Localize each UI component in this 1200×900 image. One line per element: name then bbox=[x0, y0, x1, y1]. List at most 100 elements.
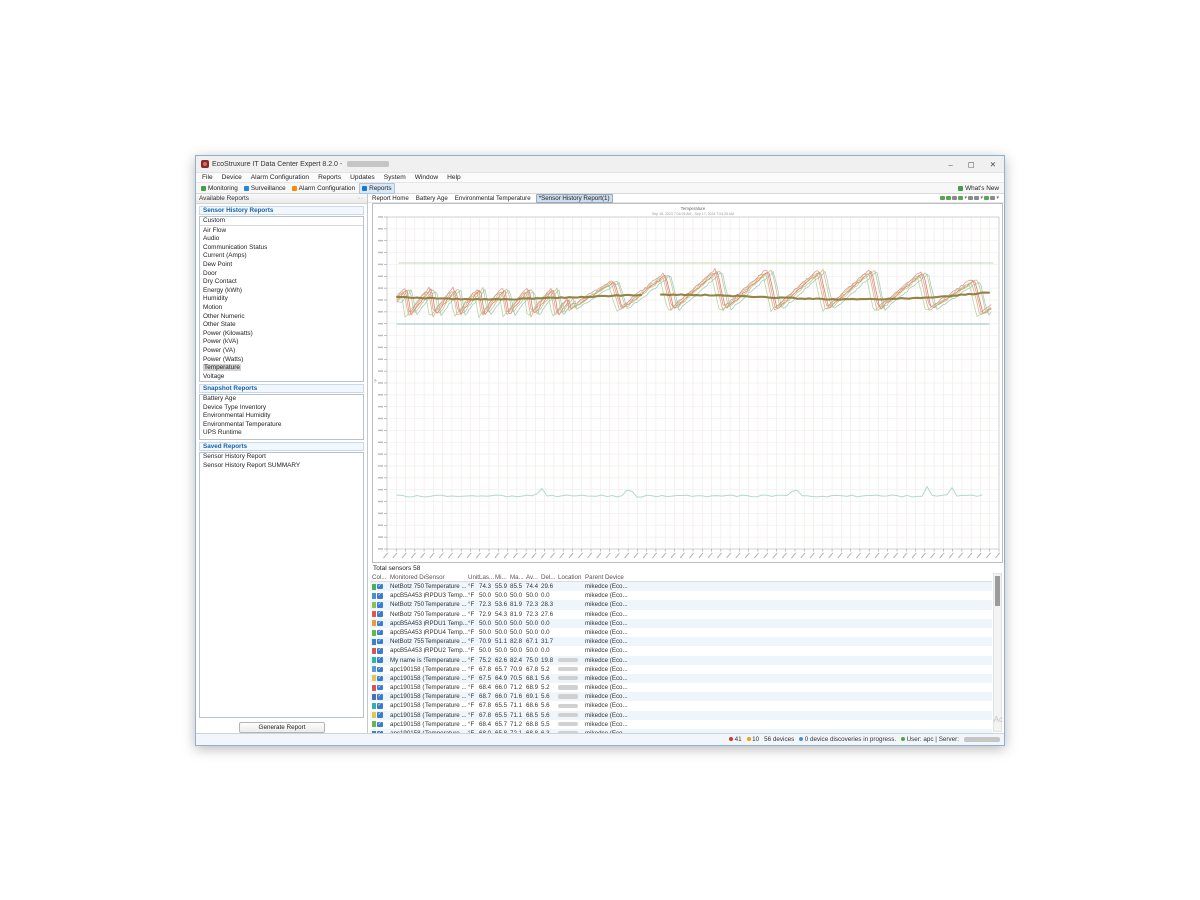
table-row[interactable]: ✓My name is Si...Temperature ...°F75.262… bbox=[370, 656, 992, 665]
column-header-ma[interactable]: Ma... bbox=[510, 573, 526, 581]
menu-alarm-configuration[interactable]: Alarm Configuration bbox=[251, 174, 309, 181]
report-type-power-kilowatts[interactable]: Power (Kilowatts) bbox=[200, 330, 363, 339]
whats-new-link[interactable]: What's New bbox=[958, 185, 1001, 192]
table-row[interactable]: ✓apcB5A453 (1...RPDU2 Temp...°F50.050.05… bbox=[370, 646, 992, 655]
table-row[interactable]: ✓apc190158 (1...Temperature ...°F68.766.… bbox=[370, 692, 992, 701]
report-type-power-va[interactable]: Power (VA) bbox=[200, 347, 363, 356]
menu-updates[interactable]: Updates bbox=[350, 174, 375, 181]
row-checkbox[interactable]: ✓ bbox=[377, 712, 383, 718]
graph-icon[interactable] bbox=[940, 196, 945, 201]
report-type-temperature[interactable]: Temperature bbox=[200, 364, 363, 373]
more-icon[interactable] bbox=[990, 196, 995, 201]
table-row[interactable]: ✓NetBotz 750 ...Temperature ...°F72.353.… bbox=[370, 600, 992, 609]
report-type-dry-contact[interactable]: Dry Contact bbox=[200, 278, 363, 287]
table-row[interactable]: ✓apcB5A453 (1...RPDU1 Temp...°F50.050.05… bbox=[370, 619, 992, 628]
minimize-button[interactable]: – bbox=[948, 156, 952, 173]
row-checkbox[interactable]: ✓ bbox=[377, 694, 383, 700]
table-row[interactable]: ✓apcB5A453 (1...RPDU4 Temp...°F50.050.05… bbox=[370, 628, 992, 637]
row-checkbox[interactable]: ✓ bbox=[377, 584, 383, 590]
column-header-parent-device[interactable]: Parent Device bbox=[585, 573, 992, 581]
report-type-humidity[interactable]: Humidity bbox=[200, 295, 363, 304]
column-header-units[interactable]: Units bbox=[468, 573, 479, 581]
menu-window[interactable]: Window bbox=[415, 174, 438, 181]
row-checkbox[interactable]: ✓ bbox=[377, 648, 383, 654]
menu-device[interactable]: Device bbox=[222, 174, 242, 181]
column-header-las[interactable]: Las... bbox=[479, 573, 495, 581]
report-type-environmental-temperature[interactable]: Environmental Temperature bbox=[200, 421, 363, 430]
column-header-col[interactable]: Col... bbox=[370, 573, 390, 581]
column-header-mi[interactable]: Mi... bbox=[495, 573, 510, 581]
report-type-energy-kwh[interactable]: Energy (kWh) bbox=[200, 287, 363, 296]
row-checkbox[interactable]: ✓ bbox=[377, 602, 383, 608]
table-scrollbar[interactable] bbox=[993, 573, 1002, 732]
maximize-button[interactable]: ▢ bbox=[968, 156, 975, 173]
row-checkbox[interactable]: ✓ bbox=[377, 639, 383, 645]
row-checkbox[interactable]: ✓ bbox=[377, 621, 383, 627]
settings-icon[interactable] bbox=[984, 196, 989, 201]
row-checkbox[interactable]: ✓ bbox=[377, 685, 383, 691]
report-type-audio[interactable]: Audio bbox=[200, 235, 363, 244]
more-icon-caret[interactable]: ▾ bbox=[996, 195, 999, 201]
report-type-custom[interactable]: Custom bbox=[200, 217, 363, 226]
report-type-door[interactable]: Door bbox=[200, 270, 363, 279]
report-type-dew-point[interactable]: Dew Point bbox=[200, 261, 363, 270]
column-header-location[interactable]: Location bbox=[558, 573, 585, 581]
close-button[interactable]: ✕ bbox=[990, 156, 996, 173]
report-type-battery-age[interactable]: Battery Age bbox=[200, 395, 363, 404]
report-type-sensor-history-report[interactable]: Sensor History Report bbox=[200, 453, 363, 462]
row-checkbox[interactable]: ✓ bbox=[377, 611, 383, 617]
report-type-communication-status[interactable]: Communication Status bbox=[200, 244, 363, 253]
row-checkbox[interactable]: ✓ bbox=[377, 703, 383, 709]
report-type-motion[interactable]: Motion bbox=[200, 304, 363, 313]
report-tab-battery-age[interactable]: Battery Age bbox=[414, 195, 450, 202]
row-checkbox[interactable]: ✓ bbox=[377, 657, 383, 663]
table-row[interactable]: ✓apcB5A453 (1...RPDU3 Temp...°F50.050.05… bbox=[370, 591, 992, 600]
perspective-tab-reports[interactable]: Reports bbox=[359, 183, 394, 194]
report-type-current-amps[interactable]: Current (Amps) bbox=[200, 252, 363, 261]
column-header-sensor[interactable]: Sensor bbox=[425, 573, 468, 581]
report-type-power-watts[interactable]: Power (Watts) bbox=[200, 356, 363, 365]
report-tab-sensor-history-report-1[interactable]: *Sensor History Report(1) bbox=[536, 194, 613, 203]
report-type-power-kva[interactable]: Power (kVA) bbox=[200, 338, 363, 347]
row-checkbox[interactable]: ✓ bbox=[377, 676, 383, 682]
table-row[interactable]: ✓apc190158 (1...Temperature ...°F68.466.… bbox=[370, 683, 992, 692]
perspective-tab-alarm-configuration[interactable]: Alarm Configuration bbox=[290, 184, 357, 193]
panel-collapse-icons[interactable]: ▫▫ bbox=[358, 196, 364, 202]
perspective-tab-surveillance[interactable]: Surveillance bbox=[242, 184, 288, 193]
perspective-tab-monitoring[interactable]: Monitoring bbox=[199, 184, 240, 193]
column-header-av[interactable]: Av... bbox=[526, 573, 541, 581]
report-type-ups-runtime[interactable]: UPS Runtime bbox=[200, 429, 363, 438]
refresh-icon[interactable] bbox=[968, 196, 973, 201]
row-checkbox[interactable]: ✓ bbox=[377, 593, 383, 599]
report-type-sensor-history-report-summary[interactable]: Sensor History Report SUMMARY bbox=[200, 462, 363, 471]
report-type-other-state[interactable]: Other State bbox=[200, 321, 363, 330]
report-tab-report-home[interactable]: Report Home bbox=[370, 195, 411, 202]
scrollbar-thumb[interactable] bbox=[995, 576, 1000, 606]
generate-report-button[interactable]: Generate Report bbox=[239, 722, 325, 733]
print-icon[interactable] bbox=[958, 196, 963, 201]
column-header-monitored-de[interactable]: Monitored De... bbox=[390, 573, 425, 581]
report-type-other-numeric[interactable]: Other Numeric bbox=[200, 313, 363, 322]
table-row[interactable]: ✓apc190158 (1...Temperature ...°F67.865.… bbox=[370, 711, 992, 720]
table-row[interactable]: ✓apc190158 (1...Temperature ...°F67.564.… bbox=[370, 674, 992, 683]
table-row[interactable]: ✓NetBotz 750 ...Temperature ...°F74.355.… bbox=[370, 582, 992, 591]
report-type-device-type-inventory[interactable]: Device Type Inventory bbox=[200, 404, 363, 413]
menu-file[interactable]: File bbox=[202, 174, 213, 181]
row-checkbox[interactable]: ✓ bbox=[377, 630, 383, 636]
menu-reports[interactable]: Reports bbox=[318, 174, 341, 181]
row-checkbox[interactable]: ✓ bbox=[377, 667, 383, 673]
table-row[interactable]: ✓apc190158 (1...Temperature ...°F67.865.… bbox=[370, 701, 992, 710]
column-header-del[interactable]: Del... bbox=[541, 573, 558, 581]
table-row[interactable]: ✓apc190158 (1...Temperature ...°F68.465.… bbox=[370, 720, 992, 729]
table-row[interactable]: ✓NetBotz 750 ...Temperature ...°F72.954.… bbox=[370, 610, 992, 619]
row-checkbox[interactable]: ✓ bbox=[377, 722, 383, 728]
export-icon[interactable] bbox=[952, 196, 957, 201]
report-type-air-flow[interactable]: Air Flow bbox=[200, 227, 363, 236]
report-type-voltage[interactable]: Voltage bbox=[200, 373, 363, 382]
report-type-environmental-humidity[interactable]: Environmental Humidity bbox=[200, 412, 363, 421]
zoom-icon-caret[interactable]: ▾ bbox=[980, 195, 983, 201]
table-row[interactable]: ✓apc190158 (1...Temperature ...°F67.865.… bbox=[370, 665, 992, 674]
table-row[interactable]: ✓NetBotz 755 ...Temperature ...°F70.951.… bbox=[370, 637, 992, 646]
zoom-icon[interactable] bbox=[974, 196, 979, 201]
report-tab-environmental-temperature[interactable]: Environmental Temperature bbox=[453, 195, 533, 202]
